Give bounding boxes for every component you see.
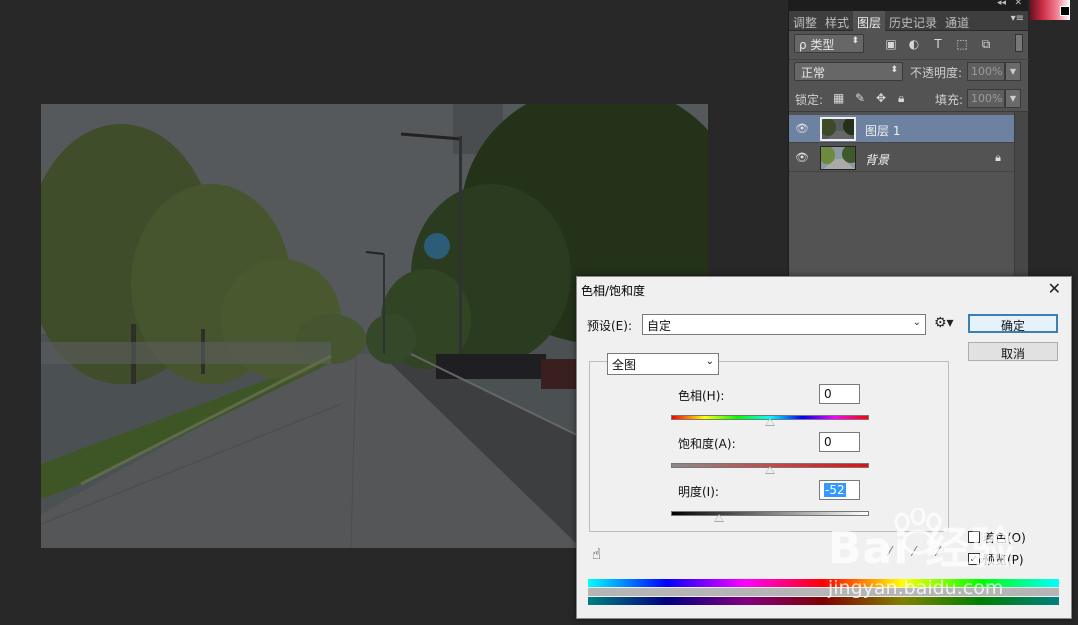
shape-filter-icon[interactable]: ⬚ [955,37,969,51]
chevron-down-icon[interactable]: ▼ [1005,62,1021,81]
type-filter-icon[interactable]: T [931,37,945,51]
layer-thumbnail [820,117,856,141]
layer-row[interactable]: 👁︎ 背景 🔒︎ [789,144,1015,172]
layer-filter-row: ρ 类型 ⬍ ▣ ◐ T ⬚ ⧉ [789,32,1029,60]
filter-type-label: ρ 类型 [799,38,835,52]
lock-icon[interactable]: 🔒︎ [898,91,904,106]
smart-object-filter-icon[interactable]: ⧉ [979,37,993,52]
hue-slider-thumb[interactable] [765,418,775,426]
layer-row[interactable]: 👁︎ 图层 1 [789,115,1015,143]
layer-name[interactable]: 背景 [865,151,889,168]
hue-label: 色相(H): [678,389,725,403]
channel-value: 全图 [612,358,637,372]
opacity-label: 不透明度: [910,66,963,80]
ok-button[interactable]: 确定 [968,314,1058,333]
updown-arrow-icon: ⬍ [890,65,898,75]
watermark-logo: Bai 经验 [828,523,1016,574]
chevron-down-icon[interactable]: ▼ [1005,89,1021,108]
tab-history[interactable]: 历史记录 [885,11,941,31]
saturation-label: 饱和度(A): [678,437,736,451]
layer-name[interactable]: 图层 1 [865,122,900,139]
move-icon[interactable]: ✥ [876,91,886,105]
adjustment-group [589,361,949,532]
close-icon[interactable]: ✕ [1048,279,1061,298]
saturation-slider-thumb[interactable] [765,466,775,474]
blend-mode-value: 正常 [801,66,826,80]
tab-styles[interactable]: 样式 [821,11,853,31]
lock-icon: 🔒︎ [995,151,1001,164]
lightness-value: -52 [824,483,846,497]
lock-row: 锁定: ▦ ✎ ✥ 🔒︎ 填充: 100% ▼ [789,86,1029,112]
lightness-input[interactable]: -52 [819,480,860,500]
eye-icon[interactable]: 👁︎ [795,151,809,165]
lightness-slider-thumb[interactable] [714,514,724,522]
lock-transparency-icon[interactable]: ▦ [833,91,844,105]
background-color-chip[interactable] [1060,6,1070,16]
preset-label: 预设(E): [587,319,632,333]
panel-dock-header: ◂◂ ✕ [788,0,1028,11]
layers-scrollbar[interactable] [1014,112,1028,281]
lock-label: 锁定: [795,93,824,107]
filter-type-select[interactable]: ρ 类型 ⬍ [794,34,864,53]
opacity-input[interactable]: 100% [967,62,1005,81]
targeted-adjustment-hand-icon[interactable]: ☝︎ [592,545,601,563]
gear-icon[interactable]: ⚙︎▾ [934,315,954,331]
preset-value: 自定 [647,319,672,333]
eye-icon[interactable]: 👁︎ [795,122,809,136]
blend-mode-select[interactable]: 正常 ⬍ [794,62,903,81]
updown-arrow-icon: ⬍ [851,36,859,46]
chevron-down-icon: ⌄ [912,317,921,328]
double-chevron-left-icon[interactable]: ◂◂ [997,0,1006,8]
tab-channels[interactable]: 通道 [941,11,973,31]
color-swatch[interactable] [1030,0,1070,20]
preset-select[interactable]: 自定 ⌄ [642,314,926,335]
adjustment-filter-icon[interactable]: ◐ [907,37,921,51]
fill-label: 填充: [935,93,964,107]
blend-row: 正常 ⬍ 不透明度: 100% ▼ [789,60,1029,86]
cancel-button[interactable]: 取消 [968,342,1058,361]
saturation-input[interactable]: 0 [819,432,860,452]
close-icon[interactable]: ✕ [1014,0,1022,8]
lightness-label: 明度(I): [678,485,719,499]
brush-icon[interactable]: ✎ [855,91,865,105]
watermark-url: jingyan.baidu.com [828,577,1004,599]
image-filter-icon[interactable]: ▣ [884,37,898,51]
chevron-down-icon: ⌄ [705,356,714,367]
panel-tabs: 调整 样式 图层 历史记录 通道 ▾≡ [789,11,1028,31]
channel-select[interactable]: 全图 ⌄ [607,353,719,375]
hue-input[interactable]: 0 [819,384,860,404]
panel-menu-icon[interactable]: ▾≡ [1011,13,1024,24]
layers-panel: 调整 样式 图层 历史记录 通道 ▾≡ ρ 类型 ⬍ ▣ ◐ T ⬚ ⧉ 正常 … [788,11,1029,281]
tab-adjustments[interactable]: 调整 [789,11,821,31]
fill-input[interactable]: 100% [967,89,1005,108]
tab-layers[interactable]: 图层 [853,11,886,31]
dialog-title: 色相/饱和度 [581,284,646,298]
layer-thumbnail [820,146,856,170]
filter-toggle[interactable] [1015,34,1023,52]
